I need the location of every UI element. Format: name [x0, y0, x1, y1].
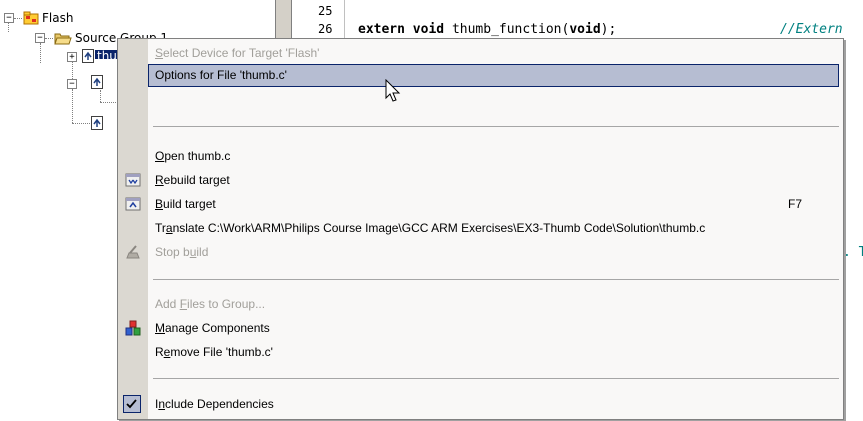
- c-file-icon: [91, 75, 103, 89]
- tree-connector: [45, 38, 53, 39]
- menu-item-remove-file[interactable]: Remove File 'thumb.c': [155, 341, 273, 363]
- rebuild-target-icon: [125, 173, 141, 187]
- code-keyword: void: [569, 22, 601, 37]
- menu-label: uild target: [163, 197, 216, 211]
- build-target-icon: [125, 197, 141, 211]
- menu-label: ild: [196, 245, 209, 259]
- tree-connector: [8, 22, 9, 32]
- code-punct: );: [600, 22, 617, 37]
- tree-connector: [72, 123, 90, 124]
- arrow-cursor-icon: [385, 79, 401, 102]
- menu-accelerator: F: [179, 297, 188, 311]
- menu-label: clude Dependencies: [165, 397, 274, 411]
- menu-label: iles to Group...: [187, 297, 266, 311]
- tree-connector: [72, 61, 73, 79]
- menu-label: pen thumb.c: [164, 149, 231, 163]
- menu-item-select-device[interactable]: Select Device for Target 'Flash': [155, 42, 319, 64]
- build-shortcut: F7: [788, 197, 803, 211]
- menu-item-build-target[interactable]: Build target: [155, 193, 216, 215]
- menu-accelerator: R: [155, 173, 164, 187]
- menu-accelerator: a: [165, 221, 173, 235]
- collapse-toggle-flash[interactable]: −: [4, 13, 14, 23]
- tree-connector: [14, 18, 22, 19]
- manage-components-icon: [125, 320, 141, 336]
- code-identifier: thumb_function(: [451, 22, 570, 37]
- tree-connector: [40, 43, 41, 63]
- tree-connector: [100, 102, 116, 103]
- menu-icon-strip: [118, 39, 148, 419]
- code-line[interactable]: extern void thumb_function(void);: [358, 22, 616, 37]
- menu-label: Add: [155, 297, 180, 311]
- menu-label: R: [155, 345, 164, 359]
- menu-item-open-file[interactable]: Open thumb.c: [155, 145, 230, 167]
- context-menu: Select Device for Target 'Flash' Options…: [117, 38, 844, 420]
- menu-separator: [153, 378, 839, 379]
- menu-separator: [153, 279, 839, 280]
- menu-item-options-for-file[interactable]: Options for File 'thumb.c': [155, 64, 287, 86]
- c-file-icon: [91, 116, 103, 130]
- code-keyword: extern: [358, 22, 405, 37]
- menu-item-manage-components[interactable]: Manage Components: [155, 317, 270, 339]
- tree-item-flash[interactable]: Flash: [42, 11, 73, 25]
- menu-item-rebuild-target[interactable]: Rebuild target: [155, 169, 230, 191]
- line-number: 25: [318, 4, 333, 18]
- menu-item-add-files[interactable]: Add Files to Group...: [155, 293, 265, 315]
- menu-label: Stop b: [155, 245, 190, 259]
- menu-label: elect Device for Target 'Flash': [163, 46, 320, 60]
- menu-label: move File 'thumb.c': [170, 345, 273, 359]
- collapse-toggle-group[interactable]: −: [35, 33, 45, 43]
- tree-connector: [100, 90, 101, 102]
- open-folder-icon: [54, 33, 72, 45]
- menu-accelerator: S: [155, 46, 164, 60]
- target-folder-icon: [23, 11, 39, 25]
- include-dependencies-checkbox[interactable]: [123, 395, 141, 413]
- code-fragment: . T: [843, 245, 863, 260]
- tree-connector: [72, 89, 73, 123]
- line-number: 26: [318, 22, 333, 36]
- menu-item-stop-build[interactable]: Stop build: [155, 241, 208, 263]
- menu-separator: [153, 126, 839, 127]
- menu-item-include-dependencies[interactable]: Include Dependencies: [155, 393, 274, 415]
- stop-build-icon: [126, 245, 140, 259]
- menu-label: nslate C:\Work\ARM\Philips Course Image\…: [172, 221, 706, 235]
- menu-label: ebuild target: [163, 173, 230, 187]
- c-file-icon: [82, 49, 94, 63]
- menu-accelerator: B: [155, 197, 164, 211]
- menu-accelerator: M: [155, 321, 165, 335]
- menu-label: Tr: [155, 221, 166, 235]
- menu-label: anage Components: [165, 321, 270, 335]
- collapse-toggle-file2[interactable]: −: [67, 79, 77, 89]
- menu-item-translate[interactable]: Translate C:\Work\ARM\Philips Course Ima…: [155, 217, 705, 239]
- code-comment: //Extern: [780, 22, 843, 37]
- code-keyword: void: [412, 22, 445, 37]
- menu-accelerator: O: [155, 149, 165, 163]
- checkmark-icon: [126, 399, 137, 409]
